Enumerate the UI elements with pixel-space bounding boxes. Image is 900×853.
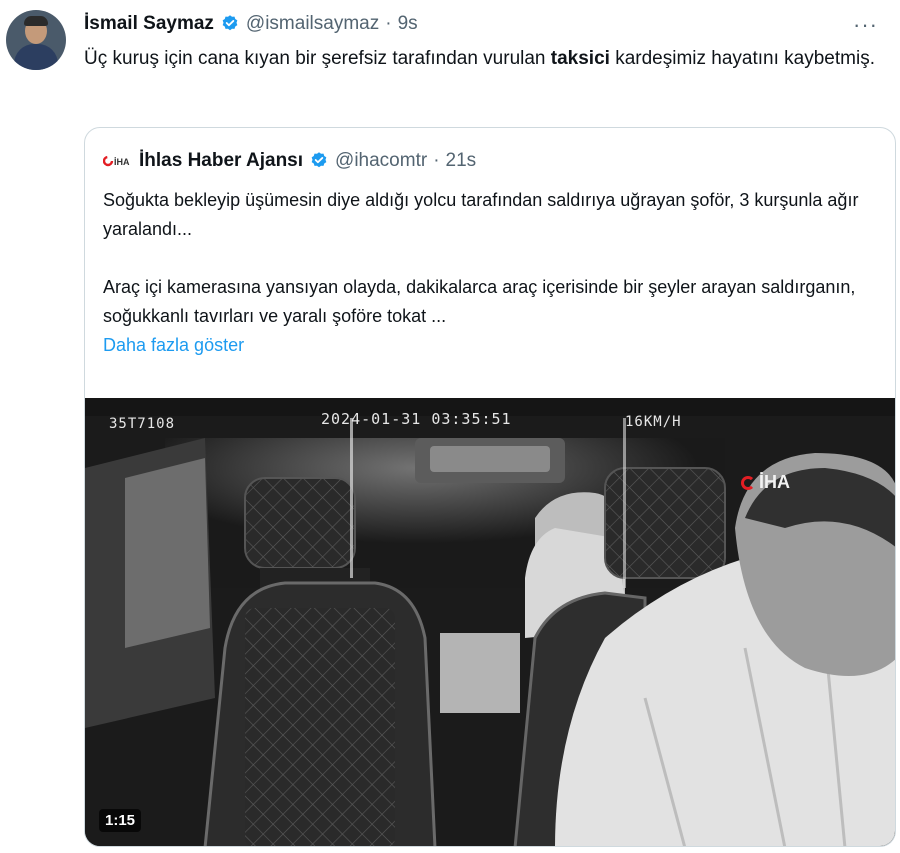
separator-dot: · <box>433 150 440 171</box>
iha-watermark-text: İHA <box>759 472 790 492</box>
tweet-text: Üç kuruş için cana kıyan bir şerefsiz ta… <box>84 44 884 73</box>
verified-badge-icon <box>309 151 329 171</box>
video-frame <box>85 398 895 846</box>
separator-dot: · <box>385 13 392 34</box>
tweet-text-after: kardeşimiz hayatını kaybetmiş. <box>609 48 875 69</box>
author-handle[interactable]: @ismailsaymaz <box>246 13 379 35</box>
verified-badge-icon <box>220 14 240 34</box>
quote-header: İHA İhlas Haber Ajansı @ihacomtr · 21s <box>103 148 476 174</box>
video-duration-badge: 1:15 <box>99 809 142 832</box>
more-options-icon[interactable]: ··· <box>853 12 878 38</box>
show-more-link[interactable]: Daha fazla göster <box>103 331 244 360</box>
quote-text: Soğukta bekleyip üşümesin diye aldığı yo… <box>103 186 873 360</box>
quote-time[interactable]: 21s <box>446 150 477 172</box>
quote-author-name[interactable]: İhlas Haber Ajansı <box>139 150 303 172</box>
svg-text:İHA: İHA <box>114 157 130 167</box>
tweet-header: İsmail Saymaz @ismailsaymaz · 9s <box>84 12 418 36</box>
iha-logo-icon: İHA <box>103 154 133 168</box>
quote-paragraph-2: Araç içi kamerasına yansıyan olayda, dak… <box>103 277 856 326</box>
quote-author-handle[interactable]: @ihacomtr <box>335 150 427 172</box>
iha-watermark-icon <box>741 475 755 490</box>
tweet-time[interactable]: 9s <box>398 13 418 35</box>
quote-paragraph-1: Soğukta bekleyip üşümesin diye aldığı yo… <box>103 190 859 239</box>
tweet-text-before: Üç kuruş için cana kıyan bir şerefsiz ta… <box>84 48 551 69</box>
tweet-text-bold: taksici <box>550 48 610 69</box>
author-name[interactable]: İsmail Saymaz <box>84 13 214 35</box>
camera-code: 35T7108 <box>109 416 176 432</box>
video-player[interactable]: 35T7108 2024-01-31 03:35:51 16KM/H İHA 1… <box>85 398 895 846</box>
author-avatar[interactable] <box>6 10 66 70</box>
quoted-tweet[interactable]: İHA İhlas Haber Ajansı @ihacomtr · 21s S… <box>84 127 896 847</box>
iha-watermark: İHA <box>741 472 790 493</box>
camera-speed: 16KM/H <box>625 414 682 430</box>
camera-timestamp: 2024-01-31 03:35:51 <box>321 410 512 428</box>
